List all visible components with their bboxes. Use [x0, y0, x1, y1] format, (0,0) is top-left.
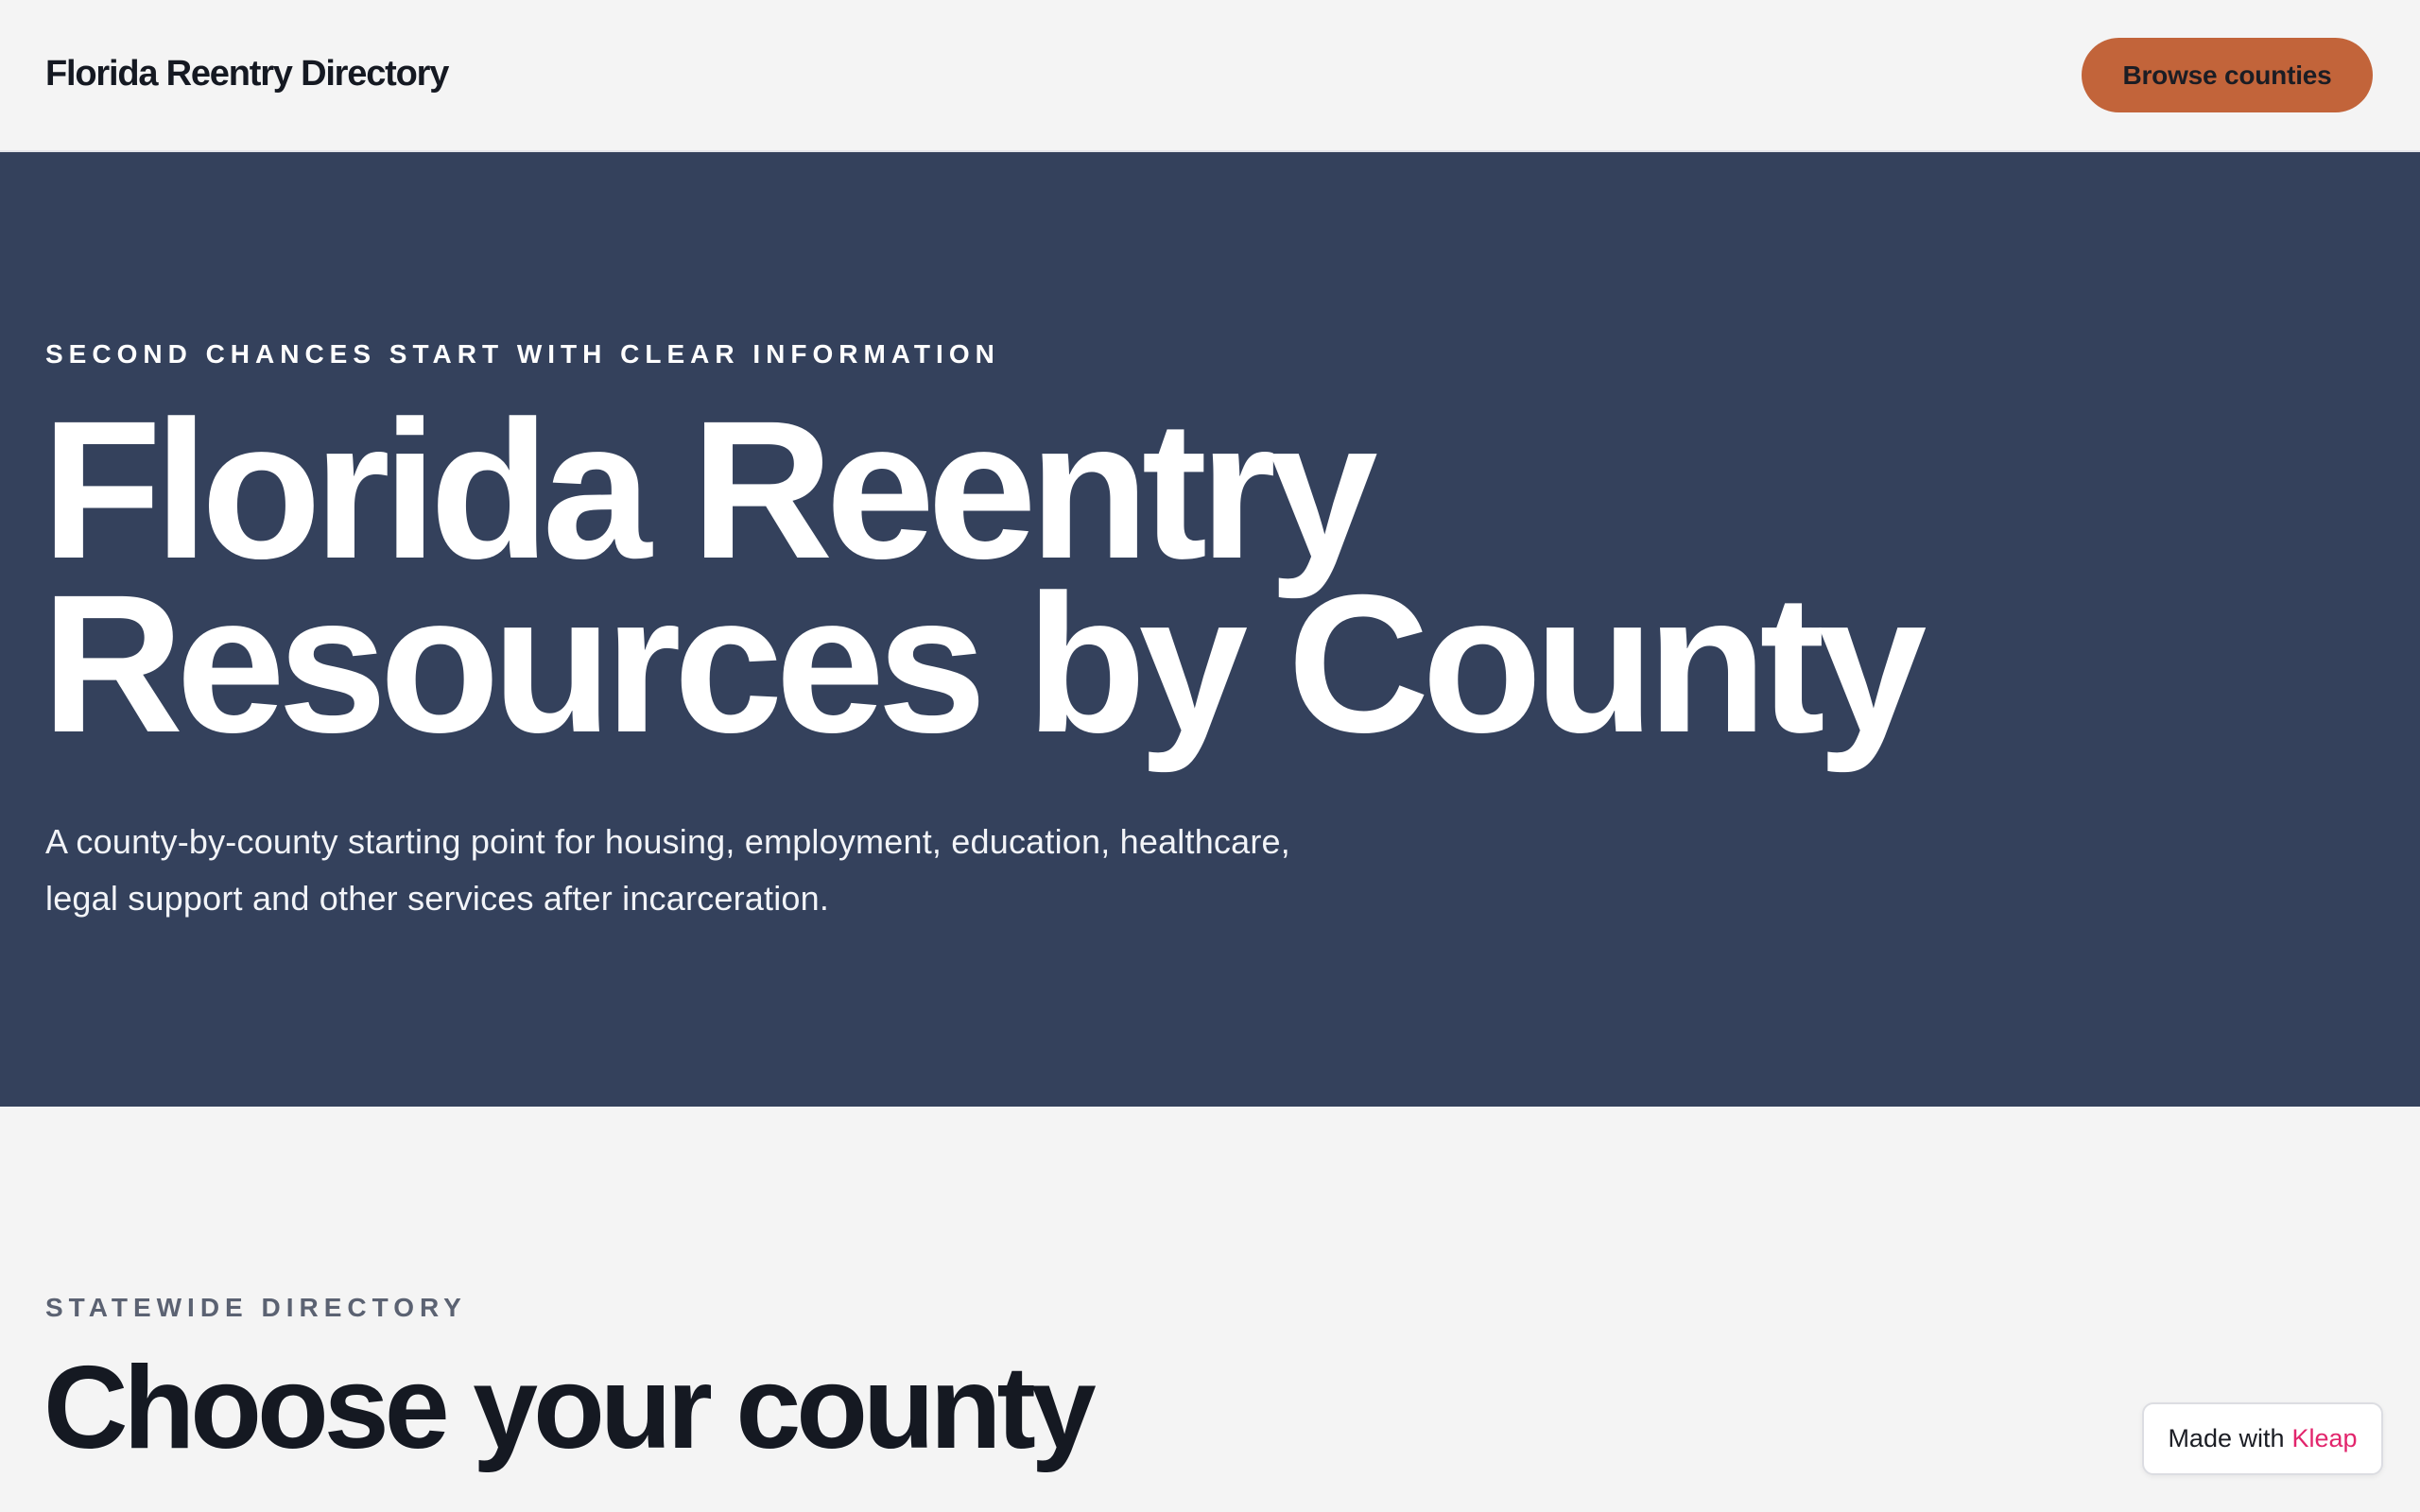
directory-title: Choose your county	[43, 1343, 1097, 1473]
browse-counties-button[interactable]: Browse counties	[2082, 38, 2373, 112]
hero-description: A county-by-county starting point for ho…	[45, 822, 1290, 918]
hero-title: Florida Reentry Resources by County	[42, 381, 2027, 774]
brand-logo-link[interactable]: Florida Reentry Directory	[45, 49, 449, 98]
directory-eyebrow: STATEWIDE DIRECTORY	[45, 1293, 467, 1322]
hero-section: SECOND CHANCES START WITH CLEAR INFORMAT…	[0, 152, 2420, 1107]
made-with-kleap-badge[interactable]: Made with Kleap	[2142, 1402, 2383, 1475]
hero-eyebrow: SECOND CHANCES START WITH CLEAR INFORMAT…	[45, 339, 1000, 369]
site-header: Florida Reentry Directory Browse countie…	[0, 0, 2420, 152]
hero-title-line-1: Florida Reentry	[42, 381, 1378, 600]
badge-brand: Kleap	[2291, 1424, 2358, 1452]
page: Florida Reentry Directory Browse countie…	[0, 0, 2420, 1512]
hero-title-line-2: Resources by County	[42, 555, 1927, 774]
badge-prefix: Made with	[2168, 1424, 2285, 1452]
